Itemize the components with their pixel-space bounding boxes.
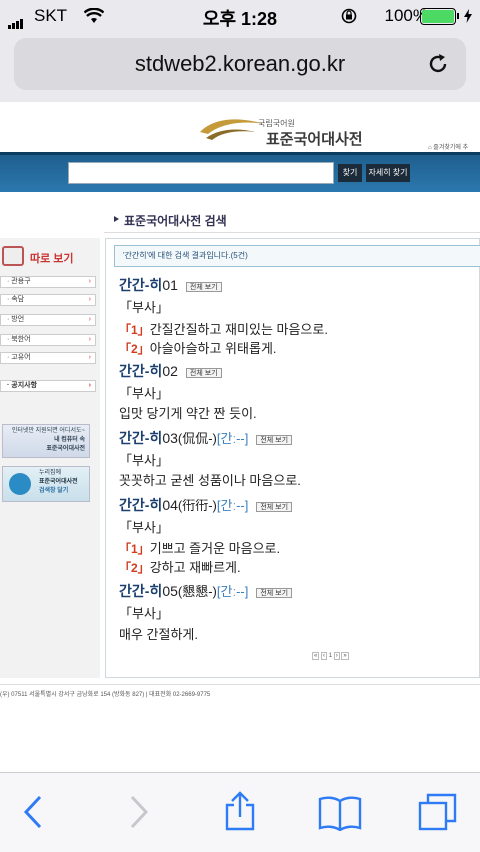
last-page-button[interactable]: »: [341, 652, 349, 660]
forward-icon[interactable]: [128, 795, 150, 829]
address-bar-area: stdweb2.korean.go.kr: [0, 32, 480, 102]
promo1-line2: 내 컴퓨터 속: [54, 437, 85, 443]
sense-2: 「2」강하고 재빠르게.: [119, 560, 241, 575]
promo1-line1: 인터넷만 지원되면 어디서도~: [11, 428, 85, 434]
homonym-number: 05: [162, 583, 178, 599]
orientation-lock-icon: [341, 8, 357, 24]
web-content: 국립국어원 표준국어대사전 ⌂ 즐겨찾기에 추 찾기 자세히 찾기 표준국어대사…: [0, 102, 480, 772]
origin-hanja: (衎衎-): [177, 498, 217, 513]
homonym-number: 04: [162, 497, 178, 513]
part-of-speech: 「부사」: [119, 300, 169, 315]
entry-2: 간간-히02 전체 보기: [119, 361, 222, 381]
charging-icon: [464, 9, 472, 23]
site-footer: (우) 07511 서울특별시 강서구 금낭화로 154 (방화동 827) |…: [0, 684, 480, 704]
quick-view-title: 따로 보기: [30, 253, 74, 265]
entry-1: 간간-히01 전체 보기: [119, 275, 222, 295]
headword-link[interactable]: 간간-히: [119, 363, 162, 379]
promo2-line3: 검색창 달기: [39, 488, 69, 494]
tabs-icon[interactable]: [418, 793, 458, 833]
full-view-button[interactable]: 전체 보기: [256, 501, 293, 512]
site-header: 국립국어원 표준국어대사전 ⌂ 즐겨찾기에 추: [0, 106, 480, 156]
promo2-line1: 누리집에: [39, 470, 62, 476]
origin-hanja: (侃侃-): [177, 431, 217, 446]
search-button[interactable]: 찾기: [338, 164, 362, 182]
results-header: '간간히'에 대한 검색 결과입니다.(5건): [114, 245, 480, 267]
first-page-button[interactable]: «: [312, 652, 320, 660]
headword-link[interactable]: 간간-히: [119, 430, 162, 446]
part-of-speech: 「부사」: [119, 520, 169, 535]
promo-download[interactable]: 인터넷만 지원되면 어디서도~ 내 컴퓨터 속 표준국어대사전: [2, 424, 90, 458]
detail-search-button[interactable]: 자세히 찾기: [366, 164, 410, 182]
address-bar[interactable]: stdweb2.korean.go.kr: [14, 38, 466, 90]
reload-icon[interactable]: [426, 52, 450, 76]
promo2-line2: 표준국어대사전: [39, 479, 78, 485]
left-sidebar: 따로 보기 · 관용구 › · 속담 › · 방언 › · 북한어 › · 고유어 › ·…: [0, 238, 100, 678]
entry-4: 간간-히04(衎衎-)[간ː--] 전체 보기: [119, 495, 293, 515]
part-of-speech: 「부사」: [119, 386, 169, 401]
current-page[interactable]: 1: [329, 653, 332, 659]
sidebar-item-native-word[interactable]: · 고유어 ›: [0, 352, 96, 364]
part-of-speech: 「부사」: [119, 606, 169, 621]
sidebar-item-dialect[interactable]: · 방언 ›: [0, 314, 96, 326]
prev-page-button[interactable]: ‹: [321, 652, 328, 660]
pronunciation: [간ː--]: [216, 498, 249, 513]
section-title: 표준국어대사전 검색: [124, 214, 227, 228]
sense-1: 「1」간질간질하고 재미있는 마음으로.: [119, 322, 328, 337]
sidebar-item-idiom[interactable]: · 관용구 ›: [0, 276, 96, 288]
sense-1: 입맛 당기게 약간 짠 듯이.: [119, 406, 257, 421]
entry-3: 간간-히03(侃侃-)[간ː--] 전체 보기: [119, 428, 293, 448]
notebook-icon: [2, 246, 24, 266]
browser-toolbar: [0, 772, 480, 852]
globe-icon: [9, 473, 31, 495]
homonym-number: 01: [162, 277, 178, 293]
battery-icon: [420, 8, 456, 25]
sense-1: 「1」기쁘고 즐거운 마음으로.: [119, 541, 281, 556]
bookmarks-icon[interactable]: [318, 795, 362, 831]
pronunciation: [간ː--]: [216, 584, 249, 599]
sidebar-item-proverb[interactable]: · 속담 ›: [0, 294, 96, 306]
bookmark-link[interactable]: ⌂ 즐겨찾기에 추: [428, 142, 468, 151]
sense-1: 꼿꼿하고 굳센 성품이나 마음으로.: [119, 473, 301, 488]
headword-link[interactable]: 간간-히: [119, 497, 162, 513]
headword-link[interactable]: 간간-히: [119, 583, 162, 599]
promo1-line3: 표준국어대사전: [46, 446, 85, 452]
search-input[interactable]: [68, 162, 334, 184]
url-text: stdweb2.korean.go.kr: [134, 51, 346, 76]
sidebar-item-north-korean[interactable]: · 북한어 ›: [0, 334, 96, 346]
entry-5: 간간-히05(懇懇-)[간ː--] 전체 보기: [119, 581, 293, 601]
sense-1: 매우 간절하게.: [119, 627, 198, 642]
sense-2: 「2」아슬아슬하고 위태롭게.: [119, 341, 277, 356]
pagination: « ‹ 1 › »: [312, 652, 349, 662]
notice-link[interactable]: · 공지사항 ›: [0, 380, 96, 392]
pronunciation: [간ː--]: [216, 431, 249, 446]
full-view-button[interactable]: 전체 보기: [185, 367, 222, 378]
full-view-button[interactable]: 전체 보기: [256, 587, 293, 598]
status-bar: SKT 오후 1:28 100%: [0, 0, 480, 32]
back-icon[interactable]: [22, 795, 44, 829]
part-of-speech: 「부사」: [119, 453, 169, 468]
headword-link[interactable]: 간간-히: [119, 277, 162, 293]
site-title[interactable]: 표준국어대사전: [266, 128, 363, 149]
full-view-button[interactable]: 전체 보기: [185, 281, 222, 292]
bullet-icon: [114, 216, 119, 222]
next-page-button[interactable]: ›: [333, 652, 340, 660]
homonym-number: 03: [162, 430, 178, 446]
results-panel: '간간히'에 대한 검색 결과입니다.(5건) 간간-히01 전체 보기 「부사」…: [105, 238, 480, 678]
promo-searchbox[interactable]: 누리집에 표준국어대사전 검색창 달기: [2, 466, 90, 502]
share-icon[interactable]: [224, 791, 256, 831]
homonym-number: 02: [162, 363, 178, 379]
full-view-button[interactable]: 전체 보기: [256, 434, 293, 445]
origin-hanja: (懇懇-): [177, 584, 217, 599]
